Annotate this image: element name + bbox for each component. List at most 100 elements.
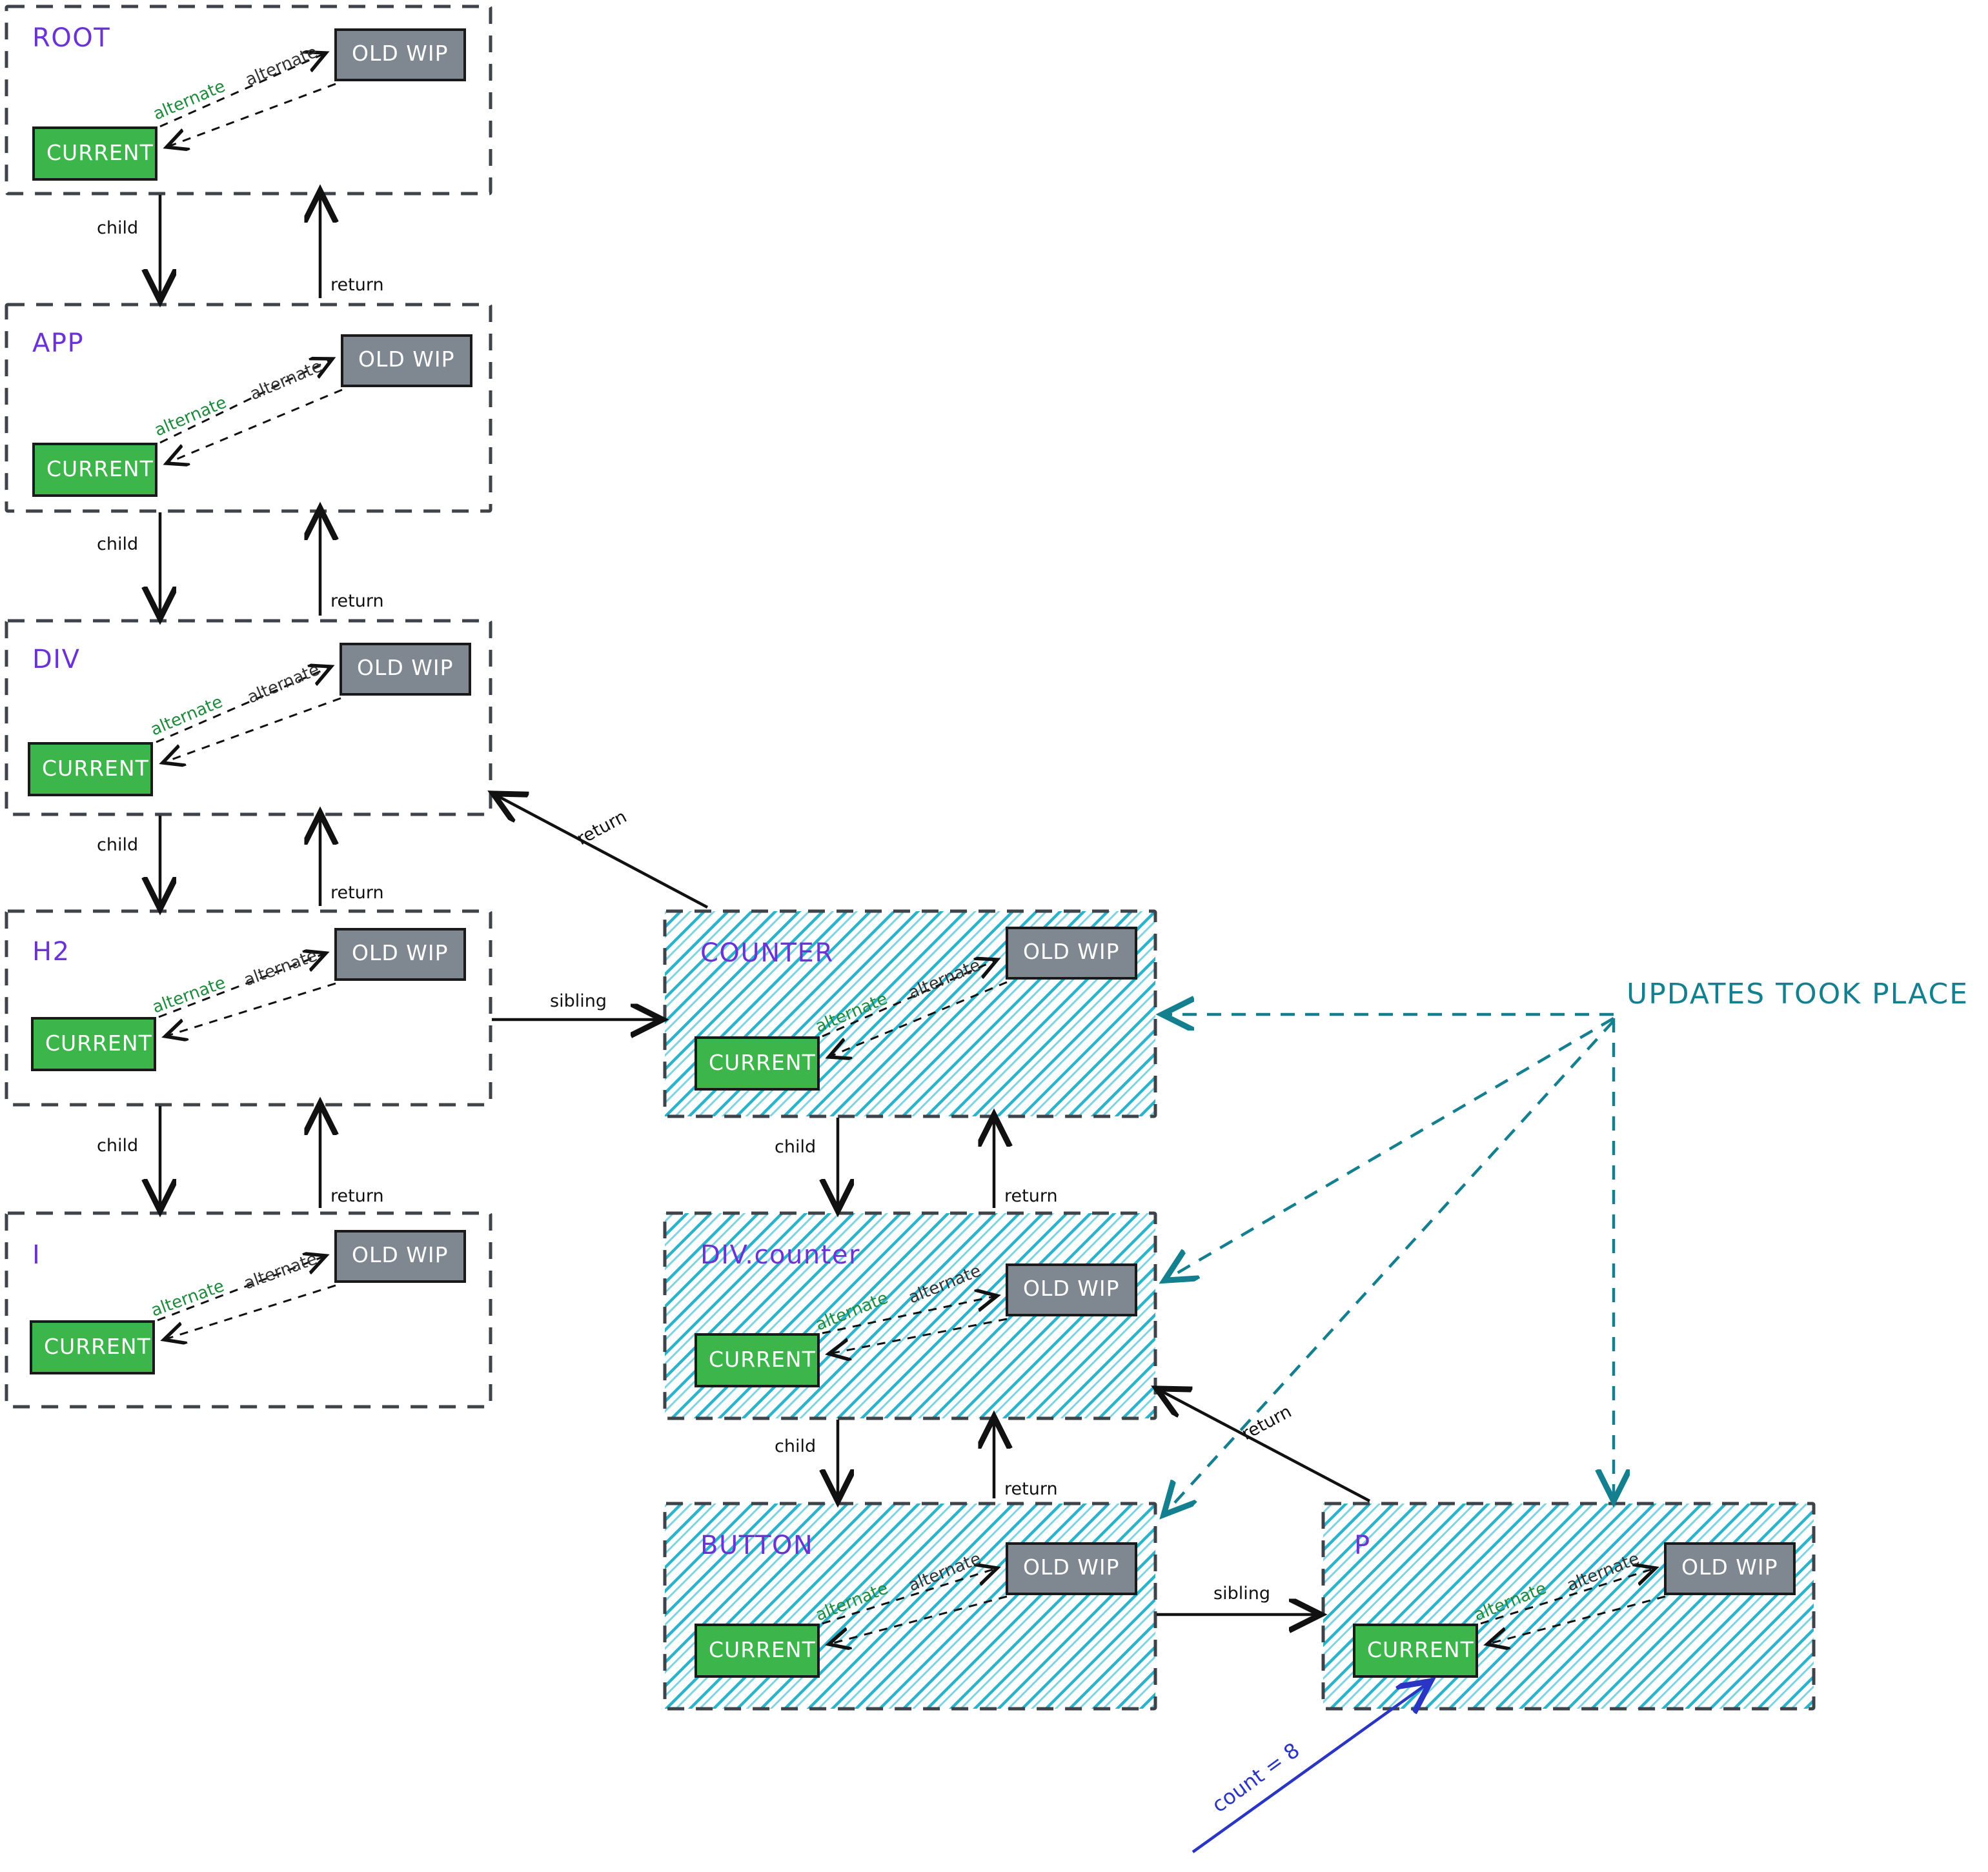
node-div[interactable]: DIV CURRENT OLD WIP alternate alternate <box>5 619 492 816</box>
annotation-updates-label: UPDATES TOOK PLACE <box>1627 978 1969 1011</box>
edge-label-sibling: sibling <box>1213 1584 1270 1604</box>
alternate-label-back: alternate <box>241 1249 320 1294</box>
node-button[interactable]: BUTTON CURRENT OLD WIP alternate alterna… <box>663 1502 1157 1711</box>
node-div-current-chip[interactable]: CURRENT <box>28 742 153 796</box>
node-div-counter-label: DIV.counter <box>700 1240 860 1270</box>
chip-label-current: CURRENT <box>709 1347 816 1372</box>
edge-label-child: child <box>97 218 138 238</box>
fiber-tree-diagram: ROOT CURRENT OLD WIP alternate alternate… <box>5 5 1969 1853</box>
node-button-current-chip[interactable]: CURRENT <box>695 1624 820 1678</box>
node-app-label: APP <box>32 328 84 358</box>
chip-label-old-wip: OLD WIP <box>357 655 454 680</box>
connection-div-h2-child: child <box>97 816 160 906</box>
node-div-counter[interactable]: DIV.counter CURRENT OLD WIP alternate al… <box>663 1211 1157 1420</box>
connection-counter-div-return: return <box>496 795 709 909</box>
chip-label-old-wip: OLD WIP <box>1023 1276 1120 1301</box>
diagram-canvas: ROOT CURRENT OLD WIP alternate alternate… <box>0 0 1988 1872</box>
alternate-label-back: alternate <box>245 660 323 708</box>
chip-label-current: CURRENT <box>46 456 154 481</box>
alternate-label-back: alternate <box>243 43 321 90</box>
edge-label-return: return <box>1004 1479 1058 1499</box>
connection-counter-divcounter-child: child <box>775 1118 838 1208</box>
node-button-label: BUTTON <box>700 1531 813 1560</box>
edge-label-child: child <box>97 534 138 554</box>
node-app[interactable]: APP CURRENT OLD WIP alternate alternate <box>5 303 492 513</box>
node-i-oldwip-chip[interactable]: OLD WIP <box>334 1230 466 1283</box>
edge-label-return: return <box>330 1186 384 1206</box>
edge-label-child: child <box>775 1436 816 1456</box>
node-i-current-chip[interactable]: CURRENT <box>30 1320 155 1374</box>
node-h2-oldwip-chip[interactable]: OLD WIP <box>334 928 466 981</box>
connection-i-h2-return: return <box>320 1106 384 1208</box>
node-p[interactable]: P CURRENT OLD WIP alternate alternate <box>1321 1502 1816 1711</box>
edge-label-return: return <box>330 883 384 903</box>
chip-label-old-wip: OLD WIP <box>1023 939 1120 964</box>
alternate-label-back: alternate <box>241 946 320 991</box>
edge-label-return: return <box>330 591 384 611</box>
edge-label-return: return <box>574 807 630 849</box>
node-div-oldwip-chip[interactable]: OLD WIP <box>340 643 471 696</box>
node-div-counter-oldwip-chip[interactable]: OLD WIP <box>1006 1263 1137 1316</box>
node-h2[interactable]: H2 CURRENT OLD WIP alternate alternate <box>5 909 492 1107</box>
node-counter-label: COUNTER <box>700 938 834 968</box>
node-p-label: P <box>1354 1531 1371 1560</box>
node-root[interactable]: ROOT CURRENT OLD WIP alternate alternate <box>5 5 492 196</box>
edge-label-return: return <box>1004 1186 1058 1206</box>
chip-label-current: CURRENT <box>1367 1637 1474 1662</box>
chip-label-current: CURRENT <box>42 756 149 781</box>
node-p-current-chip[interactable]: CURRENT <box>1353 1624 1478 1678</box>
node-counter-current-chip[interactable]: CURRENT <box>695 1036 820 1091</box>
node-i-label: I <box>32 1240 41 1270</box>
annotation-branch-div-counter <box>1167 1017 1615 1279</box>
edge-label-child: child <box>97 835 138 855</box>
edge-label-return: return <box>330 275 384 295</box>
chip-label-current: CURRENT <box>709 1050 816 1075</box>
connection-root-app-child: child <box>97 195 160 298</box>
connection-button-p-sibling: sibling <box>1157 1584 1318 1615</box>
connection-divcounter-counter-return: return <box>994 1118 1058 1208</box>
node-app-current-chip[interactable]: CURRENT <box>32 443 157 497</box>
chip-label-current: CURRENT <box>45 1031 152 1056</box>
annotation-branch-button <box>1166 1020 1615 1513</box>
chip-label-old-wip: OLD WIP <box>358 347 455 372</box>
node-counter[interactable]: COUNTER CURRENT OLD WIP alternate altern… <box>663 909 1157 1118</box>
node-i[interactable]: I CURRENT OLD WIP alternate alternate <box>5 1211 492 1409</box>
connection-app-root-return: return <box>320 194 384 298</box>
connection-h2-div-return: return <box>320 816 384 906</box>
annotation-updates-took-place: UPDATES TOOK PLACE <box>1165 978 1969 1513</box>
connection-app-div-child: child <box>97 512 160 616</box>
node-div-label: DIV <box>32 645 80 674</box>
chip-label-old-wip: OLD WIP <box>352 41 449 66</box>
connection-p-divcounter-return: return <box>1159 1390 1371 1502</box>
alternate-label-out: alternate <box>148 692 226 740</box>
chip-label-old-wip: OLD WIP <box>1681 1555 1778 1580</box>
connection-h2-counter-sibling: sibling <box>492 991 660 1020</box>
node-p-oldwip-chip[interactable]: OLD WIP <box>1664 1542 1796 1595</box>
node-h2-label: H2 <box>32 937 70 967</box>
edge-label-sibling: sibling <box>550 991 607 1011</box>
node-div-counter-current-chip[interactable]: CURRENT <box>695 1333 820 1387</box>
connection-h2-i-child: child <box>97 1106 160 1208</box>
alternate-label-out: alternate <box>150 77 228 125</box>
alternate-label-out: alternate <box>150 973 228 1018</box>
node-root-current-chip[interactable]: CURRENT <box>32 126 157 181</box>
alternate-label-back: alternate <box>247 357 325 405</box>
chip-label-current: CURRENT <box>709 1637 816 1662</box>
chip-label-current: CURRENT <box>44 1334 151 1359</box>
node-root-label: ROOT <box>32 23 110 53</box>
node-counter-oldwip-chip[interactable]: OLD WIP <box>1006 927 1137 980</box>
node-root-oldwip-chip[interactable]: OLD WIP <box>334 28 466 81</box>
alternate-label-out: alternate <box>148 1276 227 1321</box>
chip-label-current: CURRENT <box>46 140 154 165</box>
edge-label-child: child <box>775 1137 816 1157</box>
connection-div-app-return: return <box>320 511 384 616</box>
node-app-oldwip-chip[interactable]: OLD WIP <box>341 334 472 387</box>
annotation-count-value: count = 8 <box>1192 1683 1428 1853</box>
alternate-label-out: alternate <box>152 393 230 441</box>
node-h2-current-chip[interactable]: CURRENT <box>31 1017 156 1071</box>
annotation-count-arrow <box>1192 1683 1428 1853</box>
chip-label-old-wip: OLD WIP <box>352 940 449 965</box>
connection-divcounter-button-child: child <box>775 1420 838 1498</box>
chip-label-old-wip: OLD WIP <box>1023 1555 1120 1580</box>
node-button-oldwip-chip[interactable]: OLD WIP <box>1006 1542 1137 1595</box>
